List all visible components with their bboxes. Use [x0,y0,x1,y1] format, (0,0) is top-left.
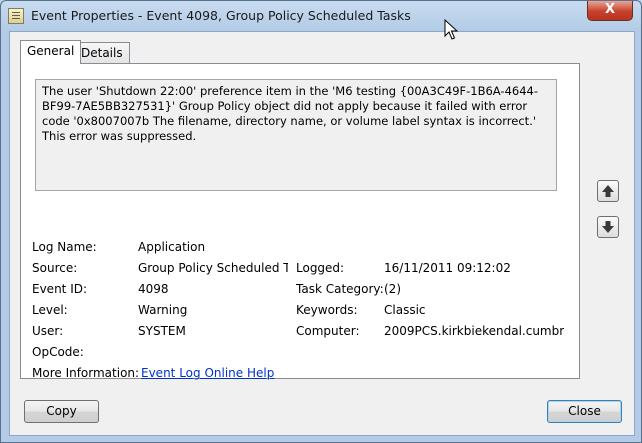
keywords-label: Keywords: [296,303,358,317]
title-bar[interactable]: Event Properties - Event 4098, Group Pol… [1,1,641,31]
dialog-client-area: General Details The user 'Shutdown 22:00… [9,31,635,436]
task-category-value: (2) [384,282,401,296]
copy-button[interactable]: Copy [24,400,99,423]
user-label: User: [32,324,64,338]
event-id-label: Event ID: [32,282,88,296]
event-id-value: 4098 [138,282,169,296]
event-viewer-icon [8,8,24,24]
computer-value: 2009PCS.kirkbiekendal.cumbria.sc [384,324,564,338]
source-label: Source: [32,261,78,275]
level-label: Level: [32,303,68,317]
general-tab-panel: The user 'Shutdown 22:00' preference ite… [20,63,580,380]
log-name-value: Application [138,240,206,254]
more-information-label: More Information: [32,366,140,380]
window-close-button[interactable]: X [587,1,633,21]
user-value: SYSTEM [138,324,186,338]
logged-value: 16/11/2011 09:12:02 [384,261,511,275]
mouse-cursor-icon [444,19,458,40]
source-value: Group Policy Scheduled Tasks [138,261,288,275]
event-description[interactable]: The user 'Shutdown 22:00' preference ite… [35,79,557,191]
tab-details[interactable]: Details [74,42,130,64]
opcode-label: OpCode: [32,345,84,359]
task-category-label: Task Category: [296,282,384,296]
event-properties-window: Event Properties - Event 4098, Group Pol… [0,0,642,443]
arrow-down-icon [602,221,614,233]
level-value: Warning [138,303,188,317]
event-log-online-help-link[interactable]: Event Log Online Help [141,366,274,380]
log-name-label: Log Name: [32,240,97,254]
previous-event-button[interactable] [597,180,619,202]
close-button[interactable]: Close [547,400,622,423]
next-event-button[interactable] [597,216,619,238]
arrow-up-icon [602,185,614,197]
computer-label: Computer: [296,324,360,338]
keywords-value: Classic [384,303,426,317]
window-title: Event Properties - Event 4098, Group Pol… [31,8,411,23]
tab-general[interactable]: General [20,40,82,64]
logged-label: Logged: [296,261,345,275]
